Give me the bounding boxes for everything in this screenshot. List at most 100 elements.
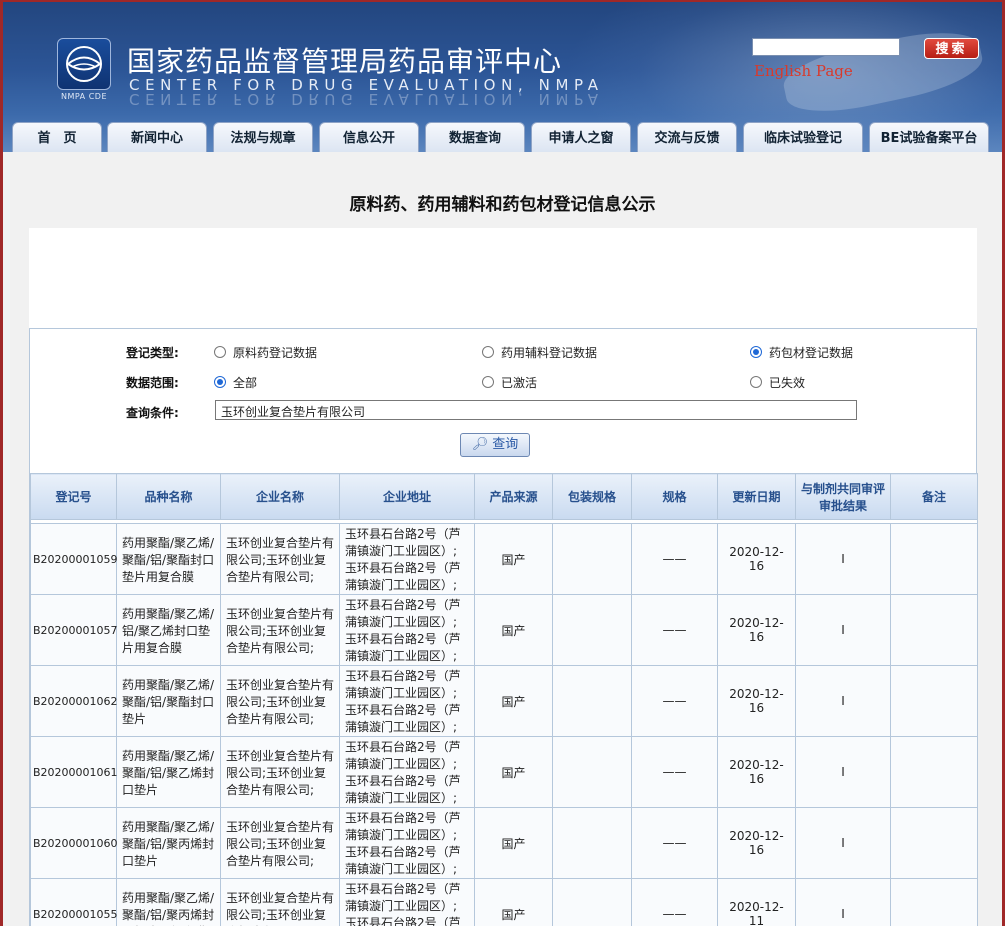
cell-remark (890, 594, 978, 666)
radio-scope-expired-label: 已失效 (769, 376, 806, 390)
cell-result: I (795, 807, 891, 879)
cell-source: 国产 (474, 665, 553, 737)
query-input[interactable]: 玉环创业复合垫片有限公司 (215, 400, 857, 420)
cell-package (552, 594, 632, 666)
scope-label: 数据范围: (126, 376, 179, 390)
cell-package (552, 523, 632, 595)
cell-reg-no[interactable]: B20200001055 (30, 878, 118, 926)
query-button[interactable]: 🔎︎ 查询 (460, 433, 530, 457)
table-row: B20200001055 药用聚酯/聚乙烯/聚酯/铝/聚丙烯封口垫片用复合膜 玉… (30, 878, 978, 926)
cell-source: 国产 (474, 523, 553, 595)
radio-scope-all[interactable] (214, 376, 226, 388)
cell-address: 玉环县石台路2号（芦蒲镇漩门工业园区）;玉环县石台路2号（芦蒲镇漩门工业园区）; (339, 665, 475, 737)
cell-spec: —— (631, 665, 718, 737)
cell-package (552, 665, 632, 737)
cell-reg-no[interactable]: B20200001061 (30, 736, 118, 808)
radio-type-excipient-label: 药用辅料登记数据 (501, 346, 598, 360)
query-form: 登记类型: 原料药登记数据 药用辅料登记数据 药包材登记数据 数据范围: 全部 … (29, 328, 977, 473)
cell-result: I (795, 594, 891, 666)
cell-result: I (795, 736, 891, 808)
cell-name: 药用聚酯/聚乙烯/聚酯/铝/聚酯封口垫片用复合膜 (116, 523, 221, 595)
radio-scope-all-label: 全部 (233, 376, 258, 390)
tab-info-disclosure[interactable]: 信息公开 (319, 122, 419, 152)
cell-date: 2020-12-16 (717, 523, 796, 595)
cell-address: 玉环县石台路2号（芦蒲镇漩门工业园区）;玉环县石台路2号（芦蒲镇漩门工业园区）; (339, 807, 475, 879)
cell-company: 玉环创业复合垫片有限公司;玉环创业复合垫片有限公司; (220, 665, 340, 737)
cell-spec: —— (631, 807, 718, 879)
radio-type-api[interactable] (214, 346, 226, 358)
magnifier-icon: 🔎︎ (471, 437, 489, 452)
site-search-button[interactable]: 搜索 (924, 38, 979, 59)
tab-feedback[interactable]: 交流与反馈 (637, 122, 737, 152)
cell-name: 药用聚酯/聚乙烯/聚酯/铝/聚丙烯封口垫片 (116, 807, 221, 879)
radio-type-packaging[interactable] (750, 346, 762, 358)
cell-remark (890, 736, 978, 808)
tab-regulations[interactable]: 法规与规章 (213, 122, 313, 152)
cell-reg-no[interactable]: B20200001057 (30, 594, 118, 666)
radio-type-api-label: 原料药登记数据 (233, 346, 318, 360)
cell-package (552, 807, 632, 879)
cell-company: 玉环创业复合垫片有限公司;玉环创业复合垫片有限公司; (220, 807, 340, 879)
cell-date: 2020-12-16 (717, 736, 796, 808)
page-title: 原料药、药用辅料和药包材登记信息公示 (349, 195, 656, 215)
cell-spec: —— (631, 594, 718, 666)
cell-company: 玉环创业复合垫片有限公司;玉环创业复合垫片有限公司; (220, 736, 340, 808)
results-table-container[interactable]: 登记号 品种名称 企业名称 企业地址 产品来源 包装规格 规格 更新日期 与制剂… (29, 473, 978, 926)
cell-package (552, 878, 632, 926)
site-title-en-reflection: CENTER FOR DRUG EVALUATION, NMPA (129, 90, 604, 108)
cell-package (552, 736, 632, 808)
tab-news[interactable]: 新闻中心 (107, 122, 207, 152)
table-row: B20200001059 药用聚酯/聚乙烯/聚酯/铝/聚酯封口垫片用复合膜 玉环… (30, 523, 978, 595)
cell-reg-no[interactable]: B20200001060 (30, 807, 118, 879)
table-row: B20200001061 药用聚酯/聚乙烯/聚酯/铝/聚乙烯封口垫片 玉环创业复… (30, 736, 978, 808)
radio-type-excipient[interactable] (482, 346, 494, 358)
cell-company: 玉环创业复合垫片有限公司;玉环创业复合垫片有限公司; (220, 878, 340, 926)
tab-data-query[interactable]: 数据查询 (425, 122, 525, 152)
logo-subtitle: NMPA CDE (60, 92, 107, 101)
cell-date: 2020-12-11 (717, 878, 796, 926)
tab-be-platform[interactable]: BE试验备案平台 (869, 122, 989, 152)
cell-address: 玉环县石台路2号（芦蒲镇漩门工业园区）;玉环县石台路2号（芦蒲镇漩门工业园区）; (339, 594, 475, 666)
cell-spec: —— (631, 736, 718, 808)
cell-result: I (795, 523, 891, 595)
cell-source: 国产 (474, 807, 553, 879)
cell-remark (890, 665, 978, 737)
cell-result: I (795, 878, 891, 926)
site-title-cn: 国家药品监督管理局药品审评中心 (127, 45, 563, 78)
tab-clinical-trial[interactable]: 临床试验登记 (743, 122, 863, 152)
col-header-company: 企业名称 (220, 473, 340, 520)
col-header-reg-no: 登记号 (30, 473, 117, 520)
cell-result: I (795, 665, 891, 737)
col-header-result: 与制剂共同审评审批结果 (795, 473, 891, 520)
table-row: B20200001060 药用聚酯/聚乙烯/聚酯/铝/聚丙烯封口垫片 玉环创业复… (30, 807, 978, 879)
radio-scope-expired[interactable] (750, 376, 762, 388)
col-header-address: 企业地址 (339, 473, 475, 520)
english-page-link[interactable]: English Page (754, 62, 853, 80)
col-header-source: 产品来源 (474, 473, 553, 520)
cell-name: 药用聚酯/聚乙烯/聚酯/铝/聚酯封口垫片 (116, 665, 221, 737)
main-nav: 首 页 新闻中心 法规与规章 信息公开 数据查询 申请人之窗 交流与反馈 临床试… (3, 122, 1002, 152)
cell-name: 药用聚酯/聚乙烯/铝/聚乙烯封口垫片用复合膜 (116, 594, 221, 666)
cell-remark (890, 807, 978, 879)
col-header-package: 包装规格 (552, 473, 632, 520)
site-search-input[interactable] (752, 38, 900, 56)
cell-company: 玉环创业复合垫片有限公司;玉环创业复合垫片有限公司; (220, 594, 340, 666)
cell-date: 2020-12-16 (717, 594, 796, 666)
radio-scope-active[interactable] (482, 376, 494, 388)
cell-remark (890, 523, 978, 595)
type-label: 登记类型: (126, 346, 179, 360)
cell-address: 玉环县石台路2号（芦蒲镇漩门工业园区）;玉环县石台路2号（芦蒲镇漩门工业园区）; (339, 523, 475, 595)
results-table: 登记号 品种名称 企业名称 企业地址 产品来源 包装规格 规格 更新日期 与制剂… (30, 473, 978, 926)
tab-home[interactable]: 首 页 (12, 122, 102, 152)
cell-name: 药用聚酯/聚乙烯/聚酯/铝/聚乙烯封口垫片 (116, 736, 221, 808)
cell-reg-no[interactable]: B20200001059 (30, 523, 118, 595)
page-frame: NMPA CDE 国家药品监督管理局药品审评中心 CENTER FOR DRUG… (0, 0, 1005, 926)
cell-remark (890, 878, 978, 926)
query-label: 查询条件: (126, 406, 179, 420)
table-row: B20200001057 药用聚酯/聚乙烯/铝/聚乙烯封口垫片用复合膜 玉环创业… (30, 594, 978, 666)
cde-emblem-icon (57, 38, 111, 90)
tab-applicant-window[interactable]: 申请人之窗 (531, 122, 631, 152)
blank-panel (29, 228, 977, 328)
cell-reg-no[interactable]: B20200001062 (30, 665, 118, 737)
site-logo[interactable]: NMPA CDE (57, 38, 111, 102)
